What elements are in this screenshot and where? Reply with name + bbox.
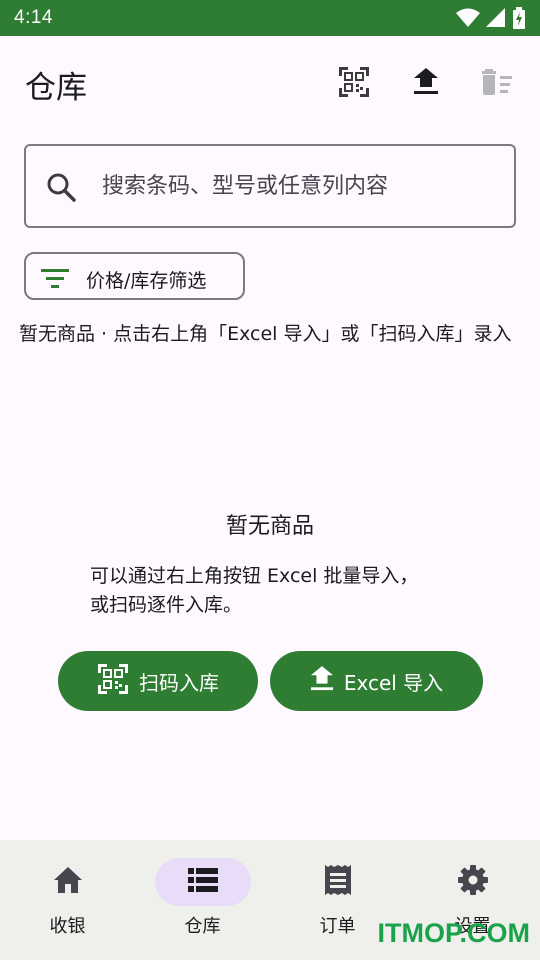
delete-sweep-icon xyxy=(482,68,514,100)
list-icon xyxy=(187,868,218,896)
app-bar: 仓库 xyxy=(0,36,540,132)
qr-scan-icon xyxy=(97,663,129,700)
status-icons xyxy=(456,7,526,29)
excel-import-button-label: Excel 导入 xyxy=(343,670,444,695)
upload-button[interactable] xyxy=(404,62,448,106)
qr-scan-button[interactable] xyxy=(332,62,376,106)
search-icon xyxy=(46,172,76,206)
excel-import-button[interactable]: Excel 导入 xyxy=(270,651,483,711)
search-input[interactable] xyxy=(102,166,502,206)
watermark: ITMOP.COM xyxy=(377,918,530,948)
filter-list-icon xyxy=(40,266,70,294)
empty-state-description: 可以通过右上角按钮 Excel 批量导入， 或扫码逐件入库。 xyxy=(90,562,470,620)
nav-active-indicator xyxy=(154,858,251,906)
page-title: 仓库 xyxy=(25,70,87,106)
receipt-icon xyxy=(324,864,352,900)
nav-item-checkout[interactable]: 收银 xyxy=(0,840,135,960)
cell-signal-icon xyxy=(486,8,506,28)
nav-icon-container xyxy=(425,858,521,906)
empty-state-description-line1: 可以通过右上角按钮 Excel 批量导入， xyxy=(90,565,419,587)
upload-icon xyxy=(413,68,439,100)
home-icon xyxy=(53,866,83,898)
search-box[interactable] xyxy=(24,144,516,228)
scan-in-button-label: 扫码入库 xyxy=(139,670,219,695)
empty-hint-text: 暂无商品 · 点击右上角「Excel 导入」或「扫码入库」录入 xyxy=(19,323,512,345)
qr-scan-icon xyxy=(338,66,370,102)
wifi-icon xyxy=(456,8,480,28)
empty-state-description-line2: 或扫码逐件入库。 xyxy=(90,594,243,616)
upload-icon xyxy=(310,665,334,697)
nav-icon-container xyxy=(20,858,116,906)
nav-icon-container xyxy=(290,858,386,906)
status-time: 4:14 xyxy=(14,7,53,28)
nav-item-label: 仓库 xyxy=(184,916,221,937)
battery-charging-icon xyxy=(512,7,526,29)
status-bar: 4:14 xyxy=(0,0,540,36)
scan-in-button[interactable]: 扫码入库 xyxy=(58,651,258,711)
filter-label: 价格/库存筛选 xyxy=(86,270,207,292)
nav-item-warehouse[interactable]: 仓库 xyxy=(135,840,270,960)
empty-state-title: 暂无商品 xyxy=(225,514,314,539)
price-stock-filter-button[interactable]: 价格/库存筛选 xyxy=(24,252,245,300)
delete-sweep-button[interactable] xyxy=(476,62,520,106)
nav-item-label: 收银 xyxy=(49,916,86,937)
gear-icon xyxy=(457,864,489,900)
